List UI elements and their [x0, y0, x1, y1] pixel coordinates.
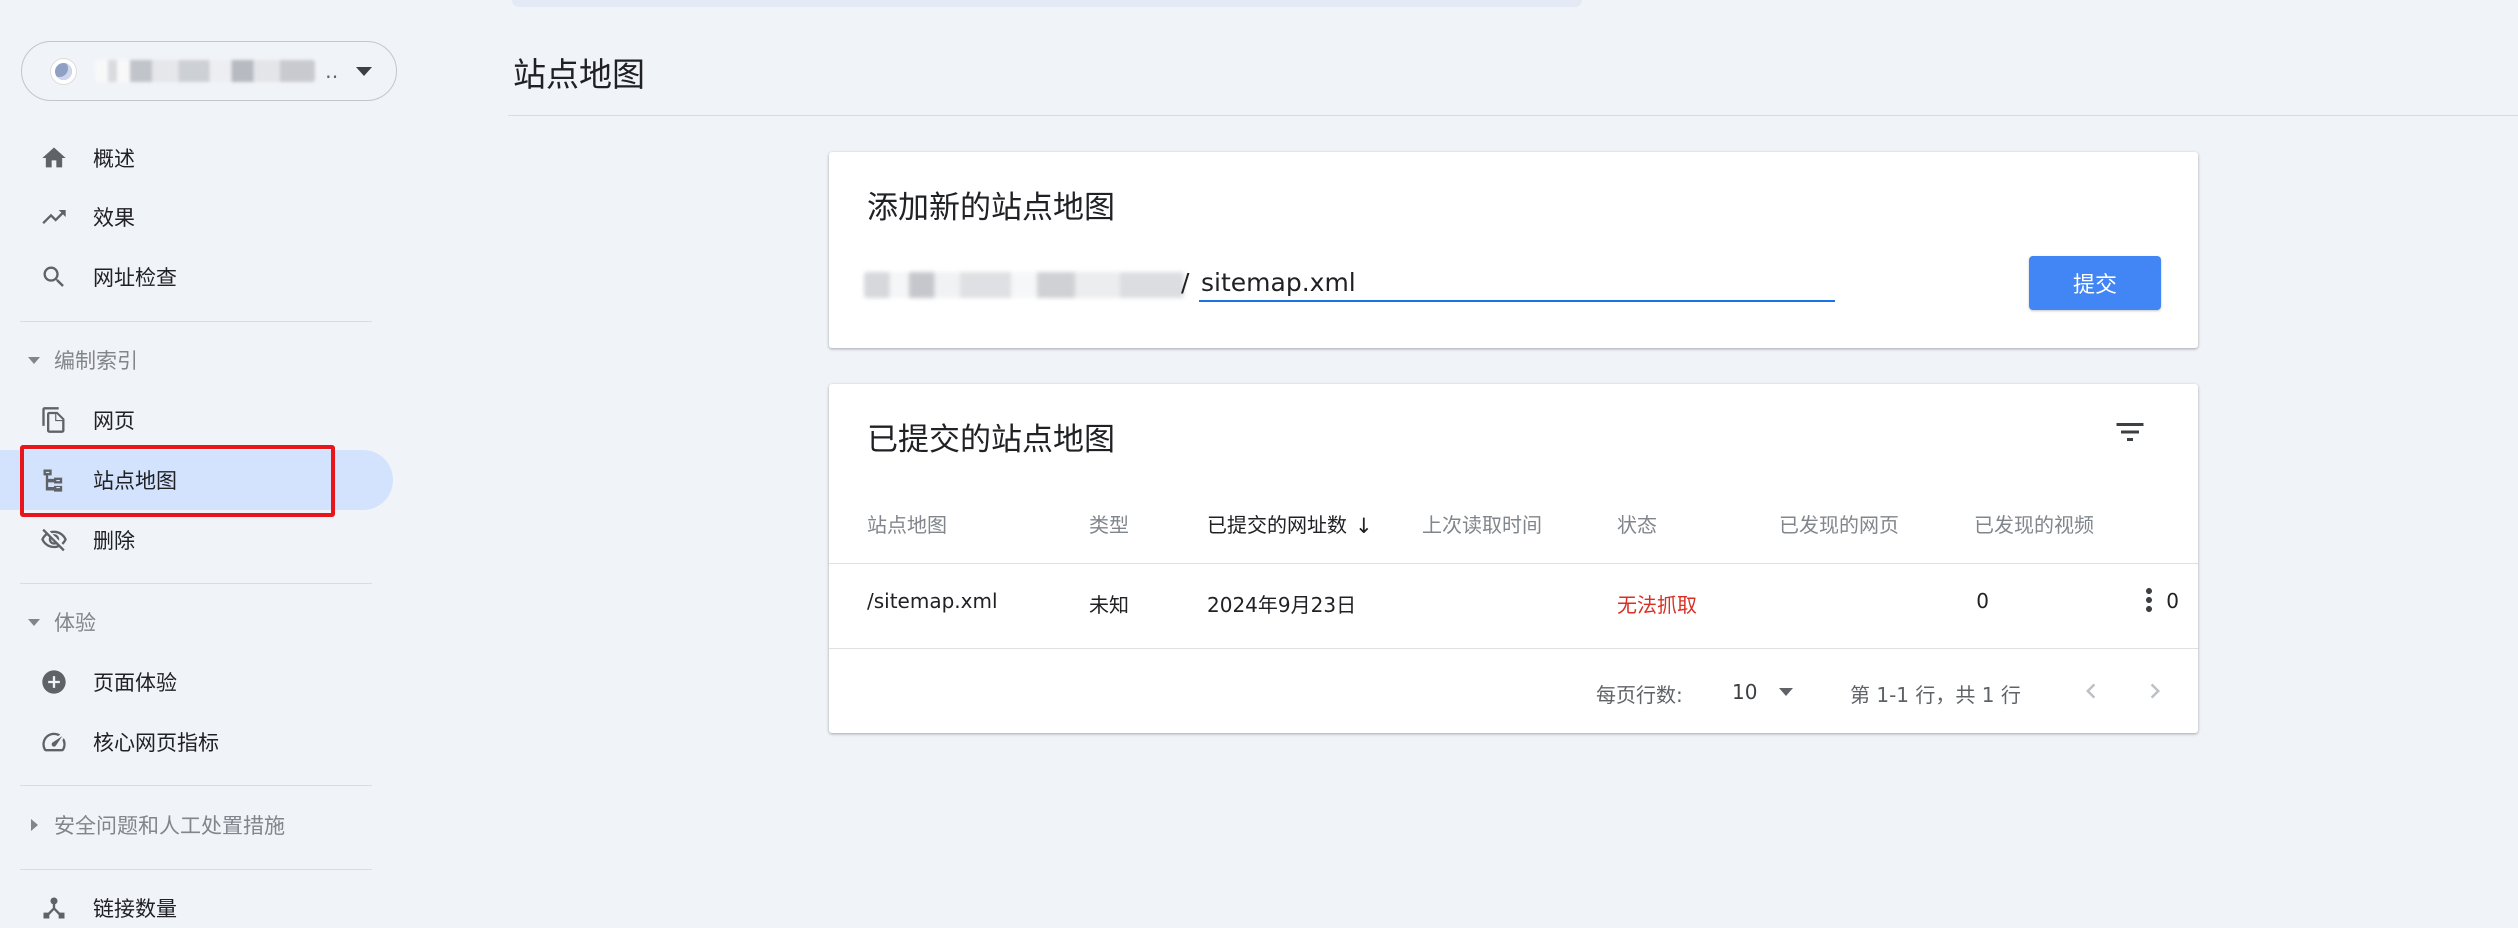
section-label: 编制索引 [54, 349, 138, 373]
column-header-discovered-pages[interactable]: 已发现的网页 [1779, 509, 1899, 538]
sidebar-item-label: 核心网页指标 [93, 731, 219, 755]
card-title: 已提交的站点地图 [867, 422, 1115, 458]
sidebar-item-core-web-vitals[interactable]: 核心网页指标 [0, 712, 393, 772]
property-ellipsis: ‥ [325, 59, 340, 83]
links-icon [40, 894, 68, 922]
section-label: 体验 [54, 611, 96, 635]
chevron-right-icon [2150, 683, 2160, 699]
globe-icon [50, 57, 77, 85]
card-title: 添加新的站点地图 [867, 190, 1115, 226]
column-header-last-read[interactable]: 上次读取时间 [1422, 509, 1542, 538]
title-divider [508, 115, 2518, 116]
property-url-redacted [95, 60, 315, 82]
add-circle-icon [40, 668, 68, 696]
search-console-app: ‥ 概述 效果 网址检查 编制索引 网页 站点地图 删除 体验 页面体验 核心网… [0, 0, 2518, 928]
sidebar-item-label: 网页 [93, 409, 135, 433]
pagination-range: 第 1-1 行，共 1 行 [1850, 683, 2021, 707]
search-icon [40, 263, 68, 291]
trending-up-icon [40, 203, 68, 231]
sidebar-item-url-inspection[interactable]: 网址检查 [0, 247, 393, 307]
chevron-down-icon [1779, 688, 1794, 696]
sidebar-item-performance[interactable]: 效果 [0, 187, 393, 247]
site-url-prefix-redacted [864, 272, 1184, 298]
expand-less-icon [28, 618, 40, 626]
pages-icon [40, 406, 68, 434]
sidebar-item-sitemaps[interactable]: 站点地图 [0, 450, 393, 510]
chevron-left-icon [2086, 683, 2096, 699]
column-header-submitted[interactable]: 已提交的网址数 ↓ [1207, 509, 1373, 538]
speed-icon [40, 728, 68, 756]
cell-type: 未知 [1089, 593, 1129, 617]
filter-icon[interactable] [2112, 414, 2148, 450]
sidebar-item-pages[interactable]: 网页 [0, 390, 393, 450]
dropdown-caret-icon[interactable] [356, 66, 372, 76]
section-experience[interactable]: 体验 [0, 597, 393, 647]
expand-more-icon [31, 819, 38, 831]
add-sitemap-card: 添加新的站点地图 / 提交 [829, 152, 2198, 348]
sidebar-divider [20, 785, 372, 786]
property-selector[interactable]: ‥ [21, 41, 397, 101]
sidebar-item-overview[interactable]: 概述 [0, 128, 393, 188]
column-header-label: 已提交的网址数 [1207, 513, 1347, 537]
column-header-status[interactable]: 状态 [1617, 509, 1657, 538]
expand-less-icon [28, 356, 40, 364]
sort-descending-icon: ↓ [1355, 514, 1373, 538]
sidebar: ‥ 概述 效果 网址检查 编制索引 网页 站点地图 删除 体验 页面体验 核心网… [0, 0, 400, 928]
sidebar-item-removals[interactable]: 删除 [0, 510, 393, 570]
cell-discovered-pages: 0 [1976, 589, 1989, 613]
submit-button[interactable]: 提交 [2029, 256, 2161, 310]
page-title: 站点地图 [513, 55, 645, 94]
sidebar-item-page-experience[interactable]: 页面体验 [0, 652, 393, 712]
sidebar-item-links[interactable]: 链接数量 [0, 878, 393, 928]
section-security[interactable]: 安全问题和人工处置措施 [0, 800, 393, 850]
visibility-off-icon [40, 526, 68, 554]
rows-per-page-value: 10 [1732, 680, 1758, 704]
section-label: 安全问题和人工处置措施 [54, 814, 285, 838]
sidebar-item-label: 链接数量 [93, 897, 177, 921]
sidebar-divider [20, 869, 372, 870]
sidebar-divider [20, 321, 372, 322]
sidebar-item-label: 站点地图 [93, 469, 177, 493]
home-icon [40, 144, 68, 172]
table-divider [829, 648, 2198, 649]
column-header-type[interactable]: 类型 [1089, 509, 1129, 538]
sitemap-url-input[interactable] [1199, 264, 1835, 302]
top-search-bar-edge [512, 0, 1582, 7]
more-vert-icon[interactable] [2131, 582, 2167, 618]
sidebar-item-label: 网址检查 [93, 266, 177, 290]
cell-status: 无法抓取 [1617, 593, 1697, 617]
sidebar-item-label: 效果 [93, 206, 135, 230]
section-indexing[interactable]: 编制索引 [0, 335, 393, 385]
submitted-sitemaps-card: 已提交的站点地图 站点地图 类型 已提交的网址数 ↓ 上次读取时间 状态 已发现的… [829, 384, 2198, 733]
cell-submitted-date: 2024年9月23日 [1207, 593, 1357, 617]
column-header-sitemap[interactable]: 站点地图 [867, 509, 947, 538]
cell-sitemap: /sitemap.xml [867, 589, 998, 613]
previous-page-button[interactable] [2074, 674, 2108, 708]
sitemap-icon [40, 466, 68, 494]
next-page-button[interactable] [2138, 674, 2172, 708]
sidebar-divider [20, 583, 372, 584]
url-separator: / [1181, 268, 1190, 297]
rows-per-page-select[interactable]: 10 [1732, 675, 1820, 709]
column-header-discovered-videos[interactable]: 已发现的视频 [1974, 509, 2094, 538]
sidebar-item-label: 概述 [93, 147, 135, 171]
table-divider [829, 563, 2198, 564]
sidebar-item-label: 删除 [93, 529, 135, 553]
sidebar-item-label: 页面体验 [93, 671, 177, 695]
rows-per-page-label: 每页行数: [1596, 683, 1683, 707]
